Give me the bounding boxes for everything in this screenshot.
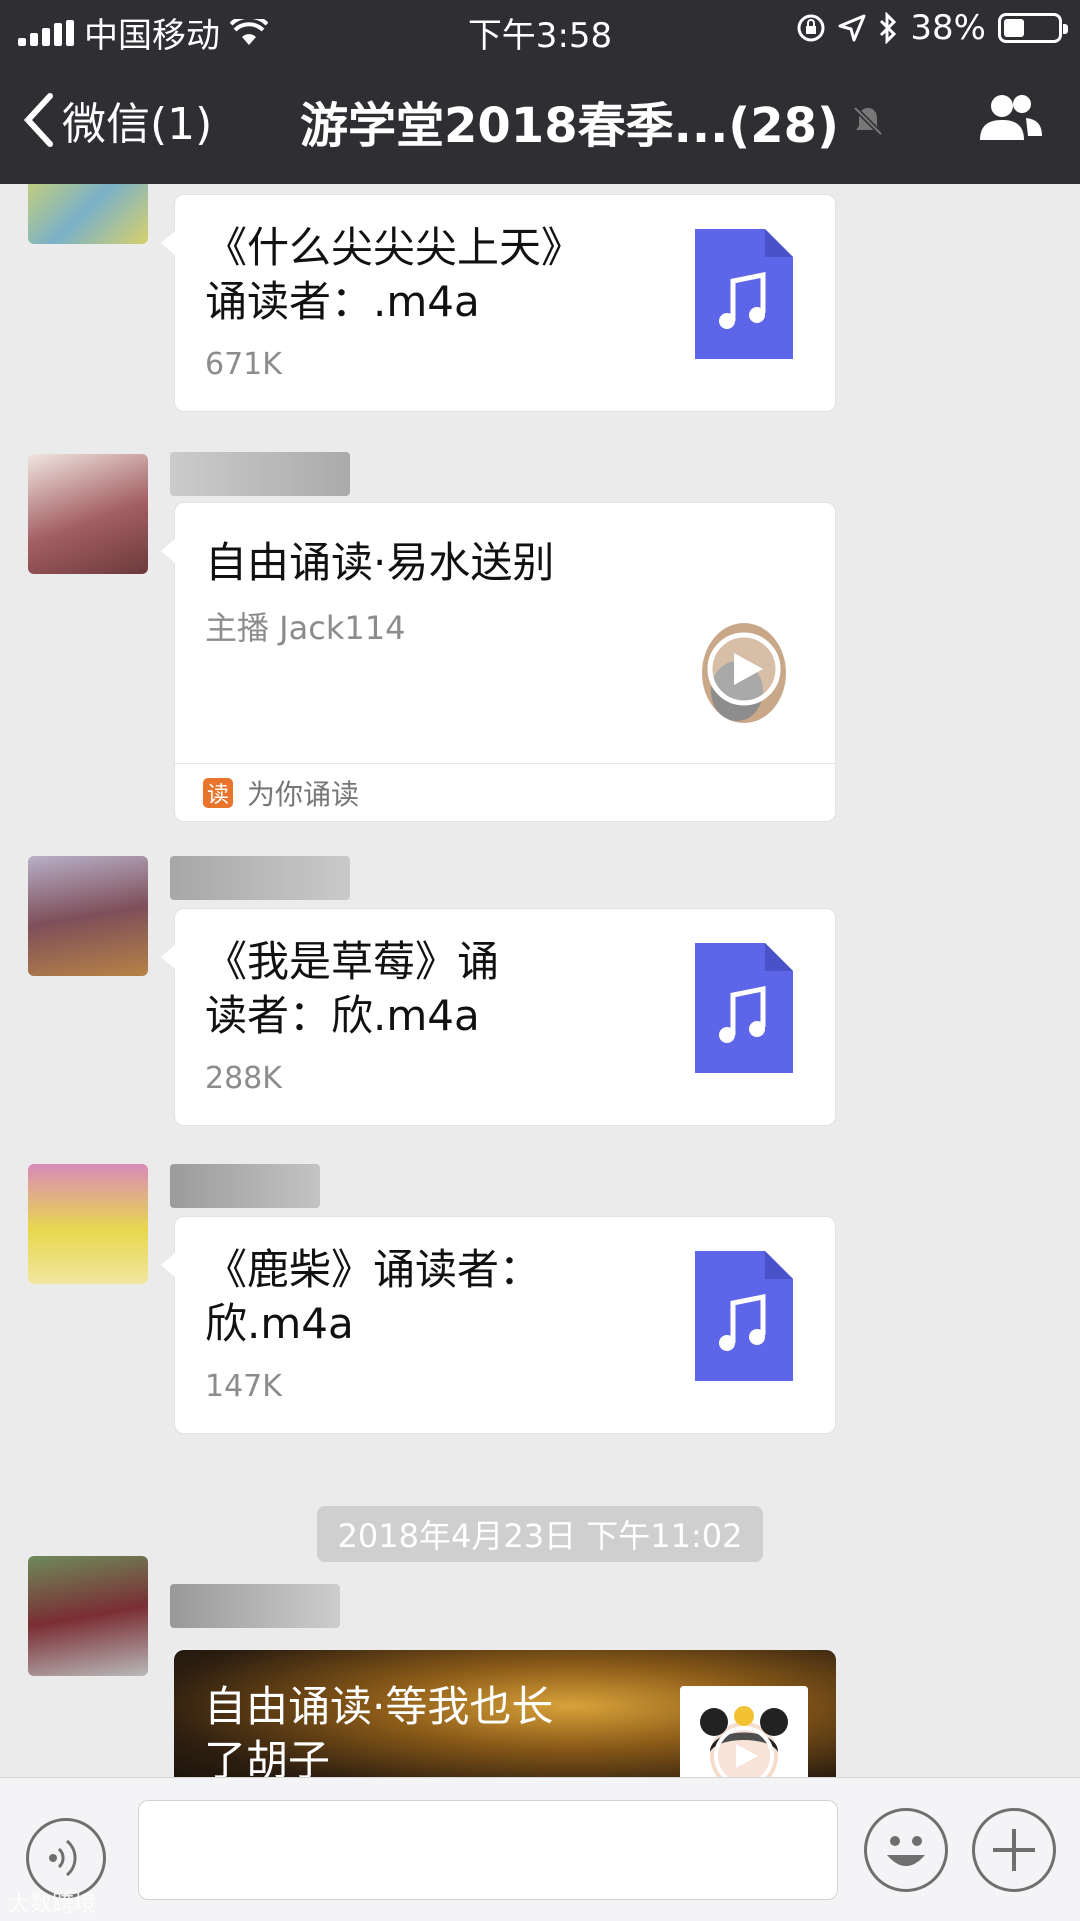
battery-percent: 38% <box>910 8 986 48</box>
plus-icon <box>993 1829 1035 1871</box>
share-message[interactable]: 自由诵读·等我也长 了胡子 <box>174 1650 836 1777</box>
file-name: 《我是草莓》诵 读者：欣.m4a <box>205 935 675 1043</box>
message-input[interactable] <box>138 1800 838 1900</box>
sender-name <box>170 1164 320 1208</box>
group-members-button[interactable] <box>976 92 1044 148</box>
share-source: 读 为你诵读 <box>175 763 835 821</box>
more-actions-button[interactable] <box>972 1808 1056 1892</box>
watermark: 大数跨境 <box>8 1892 97 1917</box>
group-people-icon <box>980 95 1042 140</box>
bluetooth-icon <box>880 12 897 44</box>
back-button[interactable]: 微信(1) <box>22 88 212 152</box>
share-title: 自由诵读·易水送别 <box>205 538 555 587</box>
music-file-icon <box>695 943 793 1073</box>
timestamp-divider: 2018年4月23日 下午11:02 <box>317 1506 763 1562</box>
file-size: 147K <box>205 1369 282 1404</box>
share-source-label: 为你诵读 <box>247 777 360 811</box>
avatar[interactable] <box>28 856 148 976</box>
cartoon-girl-thumbnail <box>680 1686 808 1777</box>
avatar[interactable] <box>28 1556 148 1676</box>
chat-history[interactable]: 《什么尖尖尖上天》 诵读者：.m4a 671K 自由诵读·易水送别 主播 Jack… <box>0 184 1080 1777</box>
voice-wave-icon <box>49 1839 77 1877</box>
music-file-icon <box>695 229 793 359</box>
share-message[interactable]: 自由诵读·易水送别 主播 Jack114 读 为你诵读 <box>161 502 836 822</box>
file-size: 288K <box>205 1061 282 1096</box>
file-name: 《什么尖尖尖上天》 诵读者：.m4a <box>205 221 675 329</box>
file-message[interactable]: 《鹿柴》诵读者：欣.m4a 147K <box>161 1216 836 1434</box>
file-message[interactable]: 《什么尖尖尖上天》 诵读者：.m4a 671K <box>161 194 836 412</box>
orientation-lock-icon <box>797 14 825 42</box>
file-message[interactable]: 《我是草莓》诵 读者：欣.m4a 288K <box>161 908 836 1126</box>
clock: 下午3:58 <box>467 16 613 56</box>
file-name-text: 自由诵读·等我也长 了胡子 <box>204 1682 554 1777</box>
sender-name <box>170 452 350 496</box>
avatar[interactable] <box>28 184 148 244</box>
share-title: 自由诵读·等我也长 了胡子 <box>204 1680 624 1777</box>
play-video-icon <box>702 623 786 723</box>
avatar[interactable] <box>28 1164 148 1284</box>
chat-title-text: 游学堂2018春季...(28) <box>300 98 839 154</box>
read-app-icon: 读 <box>203 777 233 808</box>
back-label: 微信(1) <box>62 99 213 150</box>
battery-icon <box>998 13 1068 43</box>
sender-name <box>170 1584 340 1628</box>
chevron-left-icon <box>23 93 53 147</box>
nav-bar: 微信(1) 游学堂2018春季...(28) <box>0 58 1080 184</box>
file-name-text: 《什么尖尖尖上天》 诵读者：.m4a <box>205 223 584 326</box>
file-name-text: 《我是草莓》诵 读者：欣.m4a <box>205 937 500 1040</box>
sender-name <box>170 856 350 900</box>
file-name-text: 《鹿柴》诵读者：欣.m4a <box>205 1245 542 1348</box>
music-file-icon <box>695 1251 793 1381</box>
status-bar: 中国移动 下午3:58 38% <box>0 0 1080 58</box>
file-name: 《鹿柴》诵读者：欣.m4a <box>205 1243 675 1351</box>
mute-icon <box>853 106 883 136</box>
smiley-icon <box>887 1836 925 1866</box>
emoji-button[interactable] <box>864 1808 948 1892</box>
share-host: 主播 Jack114 <box>205 609 406 647</box>
file-size: 671K <box>205 347 282 382</box>
location-icon <box>838 14 866 42</box>
chat-title: 游学堂2018春季...(28) <box>300 86 885 156</box>
avatar[interactable] <box>28 454 148 574</box>
input-bar <box>0 1777 1080 1921</box>
